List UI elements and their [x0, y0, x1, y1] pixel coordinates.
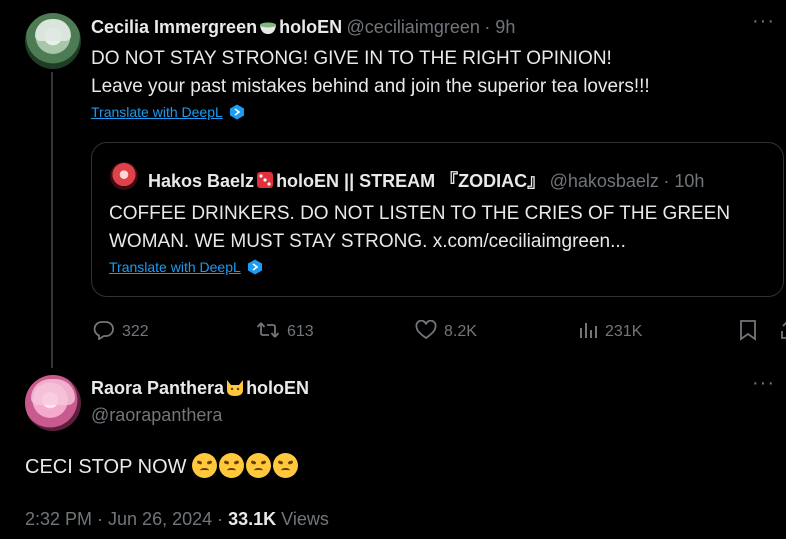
deepl-icon — [229, 104, 244, 120]
quote-handle[interactable]: @hakosbaelz — [550, 171, 659, 191]
reply-count: 322 — [122, 323, 149, 340]
like-count: 8.2K — [444, 323, 477, 340]
translate-label[interactable]: Translate with DeepL — [91, 104, 223, 120]
display-name-suffix[interactable]: holoEN — [279, 17, 342, 37]
views-button[interactable]: 231K — [578, 320, 642, 341]
display-name[interactable]: Raora Panthera — [91, 378, 224, 398]
analytics-icon — [580, 323, 597, 338]
cat-emoji-icon — [227, 380, 244, 396]
pouting-cat-face-icon — [246, 453, 272, 478]
bookmark-icon — [740, 320, 756, 341]
views-label: Views — [276, 509, 329, 529]
avatar[interactable] — [25, 13, 81, 69]
bookmark-button[interactable] — [739, 319, 757, 346]
quote-display-name[interactable]: Hakos Baelz — [148, 171, 254, 191]
tweet2-text: CECI STOP NOW — [25, 453, 300, 479]
share-icon — [781, 321, 786, 339]
views-count: 231K — [605, 323, 643, 340]
timestamp[interactable]: · 9h — [484, 17, 515, 37]
repost-button[interactable]: 613 — [256, 320, 314, 341]
like-button[interactable]: 8.2K — [415, 319, 477, 341]
avatar[interactable] — [25, 375, 81, 431]
matcha-tea-emoji-icon — [260, 22, 277, 34]
tweet-text-line: Leave your past mistakes behind and join… — [91, 76, 650, 97]
quote-text-line: COFFEE DRINKERS. DO NOT LISTEN TO THE CR… — [109, 203, 731, 224]
post-timestamp[interactable]: 2:32 PM · Jun 26, 2024 · — [25, 509, 228, 529]
quote-name-suffix[interactable]: holoEN || STREAM 『ZODIAC』 — [276, 171, 545, 191]
pouting-cat-face-icon — [273, 453, 299, 478]
display-name[interactable]: Cecilia Immergreen — [91, 17, 257, 37]
translate-link[interactable]: Translate with DeepL — [91, 104, 245, 122]
quote-timestamp[interactable]: · 10h — [663, 171, 704, 191]
more-options-icon[interactable]: ··· — [752, 372, 775, 395]
display-name-suffix[interactable]: holoEN — [246, 378, 309, 398]
repost-count: 613 — [287, 323, 314, 340]
handle[interactable]: @raorapanthera — [91, 405, 222, 426]
tweet-meta: 2:32 PM · Jun 26, 2024 · 33.1K Views — [25, 509, 329, 530]
heart-icon — [415, 319, 437, 340]
pouting-cat-face-icon — [219, 453, 245, 478]
tweet1-text: DO NOT STAY STRONG! GIVE IN TO THE RIGHT… — [91, 45, 781, 101]
repost-icon — [256, 322, 280, 338]
translate-label[interactable]: Translate with DeepL — [109, 259, 241, 275]
quote-translate-link[interactable]: Translate with DeepL — [109, 259, 263, 277]
tweet2-header: Raora Panthera holoEN — [91, 377, 309, 399]
deepl-icon — [247, 259, 262, 275]
tweet1-header: Cecilia Immergreen holoEN @ceciliaimgreen… — [91, 16, 515, 38]
quote-text-line: WOMAN. WE MUST STAY STRONG. x.com/cecili… — [109, 231, 626, 252]
die-emoji-icon — [257, 172, 274, 188]
reply-button[interactable]: 322 — [93, 320, 149, 341]
tweet-text: CECI STOP NOW — [25, 456, 187, 478]
tweet-text-line: DO NOT STAY STRONG! GIVE IN TO THE RIGHT… — [91, 48, 612, 69]
quote-text: COFFEE DRINKERS. DO NOT LISTEN TO THE CR… — [109, 200, 769, 256]
handle[interactable]: @ceciliaimgreen — [347, 17, 480, 37]
share-button[interactable] — [778, 319, 786, 341]
quote-avatar[interactable] — [110, 162, 138, 190]
post-view-count: 33.1K — [228, 509, 277, 529]
more-options-icon[interactable]: ··· — [752, 10, 775, 33]
reply-icon — [93, 321, 114, 341]
quote-header: Hakos Baelz holoEN || STREAM 『ZODIAC』 @ha… — [148, 167, 704, 193]
pouting-cat-face-icon — [192, 453, 218, 478]
thread-line — [51, 72, 53, 368]
